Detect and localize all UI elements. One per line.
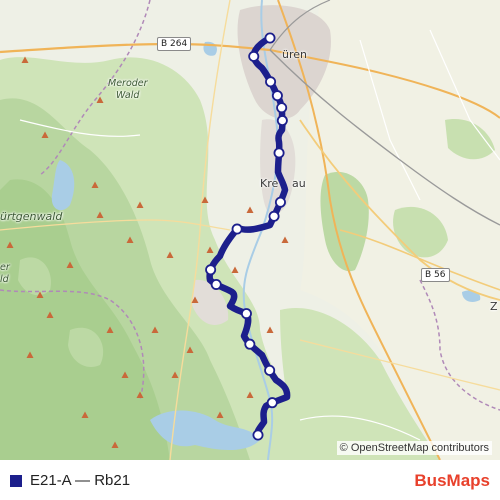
legend-footer: E21-A — Rb21 BusMaps (0, 460, 500, 500)
place-label-kreuzau-tail: au (292, 177, 306, 190)
place-label-left-edge-2: ld (0, 274, 9, 285)
brand-part-bus: Bus (414, 471, 447, 490)
bus-stop-marker[interactable] (266, 397, 278, 409)
legend-swatch (10, 475, 22, 487)
road-shield-b56: B 56 (421, 268, 450, 282)
place-label-right-edge: Z (490, 300, 498, 313)
bus-stop-marker[interactable] (240, 308, 252, 320)
bus-stop-marker[interactable] (248, 50, 260, 62)
road-shield-b264: B 264 (157, 37, 192, 51)
bus-stop-marker[interactable] (264, 32, 276, 44)
route-layer[interactable] (0, 0, 500, 460)
busmaps-logo[interactable]: BusMaps (414, 471, 490, 491)
place-label-meroder-wald-2: Wald (116, 90, 140, 101)
bus-stop-marker[interactable] (244, 338, 256, 350)
legend-label: E21-A — Rb21 (30, 472, 131, 489)
bus-stop-marker[interactable] (274, 196, 286, 208)
bus-stop-marker[interactable] (210, 278, 222, 290)
bus-stop-marker[interactable] (264, 364, 276, 376)
place-label-meroder-wald-1: Meroder (108, 78, 148, 89)
bus-stop-marker[interactable] (205, 264, 217, 276)
place-label-left-edge-1: er (0, 262, 10, 273)
place-label-hurtgenwald: ürtgenwald (0, 210, 63, 223)
bus-stop-marker[interactable] (252, 429, 264, 441)
bus-stop-marker[interactable] (268, 210, 280, 222)
bus-stop-marker[interactable] (271, 90, 283, 102)
place-label-duren: üren (282, 48, 307, 61)
map-canvas[interactable]: üren Kre au Meroder Wald ürtgenwald er l… (0, 0, 500, 460)
brand-part-maps: Maps (446, 471, 490, 490)
bus-stop-marker[interactable] (273, 147, 285, 159)
bus-stop-marker[interactable] (231, 223, 243, 235)
map-attribution[interactable]: © OpenStreetMap contributors (336, 441, 492, 455)
bus-stop-marker[interactable] (276, 115, 288, 127)
bus-stop-marker[interactable] (265, 76, 277, 88)
place-label-kreuzau: Kre (260, 177, 279, 190)
bus-stop-marker[interactable] (276, 102, 288, 114)
